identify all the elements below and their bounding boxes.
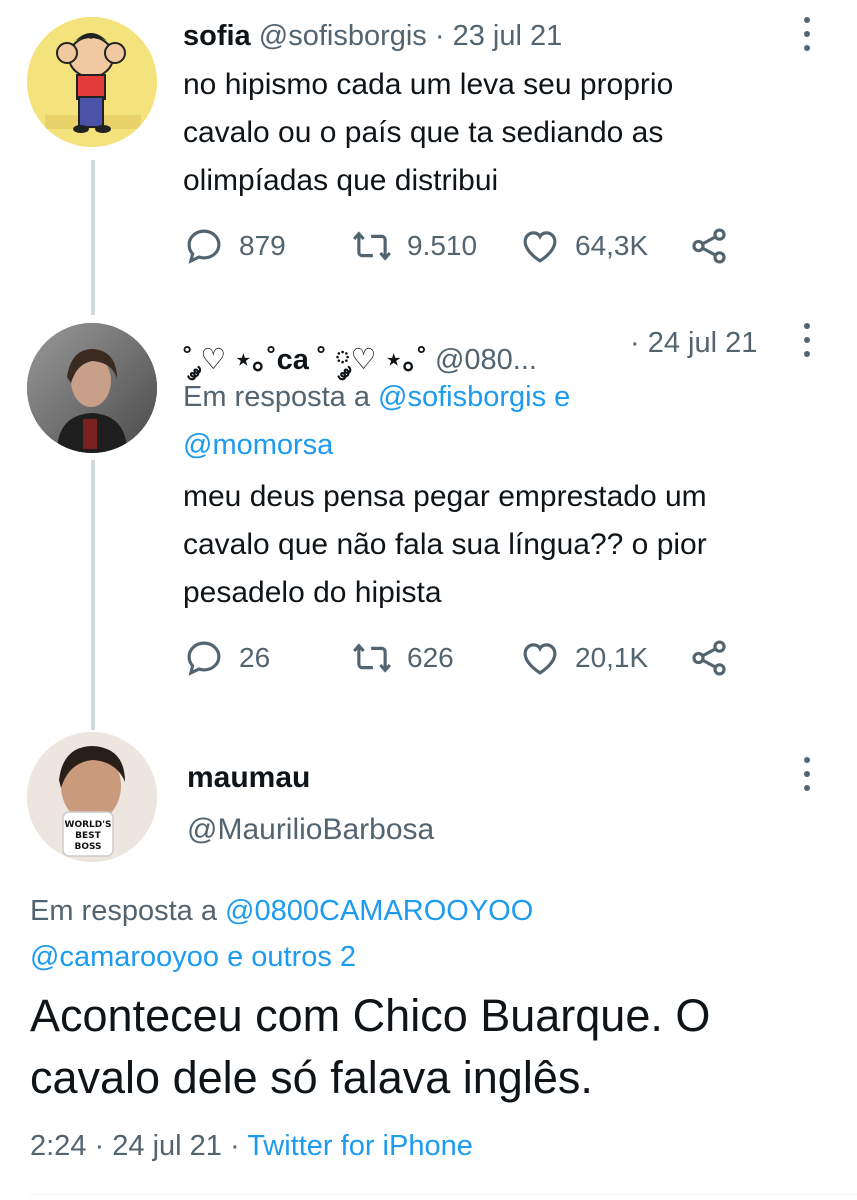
- tweet-text: meu deus pensa pegar emprestado um caval…: [183, 473, 707, 617]
- reply-icon: [187, 229, 221, 264]
- mention-link[interactable]: @camarooyoo: [30, 941, 219, 973]
- tweet-meta: · 24 jul 21: [630, 327, 757, 360]
- tweet-date[interactable]: 23 jul 21: [453, 20, 563, 52]
- tweet-2[interactable]: ˚ ༘♡ ⋆｡˚ca ˚ ༘♡ ⋆｡˚ @080... · 24 jul 21 …: [0, 315, 857, 705]
- author-name[interactable]: ˚ ༘♡ ⋆｡˚ca ˚ ༘♡ ⋆｡˚: [183, 344, 427, 376]
- retweet-button[interactable]: 9.510: [351, 225, 477, 267]
- share-icon: [692, 640, 726, 676]
- like-button[interactable]: 64,3K: [519, 225, 648, 267]
- retweet-icon: [352, 231, 392, 261]
- separator: ·: [630, 327, 640, 359]
- reply-context: Em resposta a @0800CAMAROOYOO @camarooyo…: [30, 888, 533, 980]
- tweet-date[interactable]: 24 jul 21: [112, 1130, 222, 1162]
- mug-text: BOSS: [74, 842, 101, 852]
- reply-count: 26: [239, 642, 271, 673]
- share-button[interactable]: [688, 637, 730, 679]
- mug-text: BEST: [75, 831, 101, 841]
- reply-prefix: Em resposta a: [30, 895, 217, 927]
- share-icon: [692, 228, 726, 264]
- reply-button[interactable]: 26: [183, 637, 270, 679]
- separator: ·: [434, 20, 445, 52]
- text-line: cavalo ou o país que ta sediando as: [183, 116, 664, 149]
- action-bar: 879 9.510 64,3K: [183, 225, 783, 269]
- avatar[interactable]: [27, 17, 157, 147]
- author-handle[interactable]: @080...: [435, 344, 537, 376]
- text-line: meu deus pensa pegar emprestado um: [183, 480, 707, 513]
- tweet-time[interactable]: 2:24: [30, 1130, 86, 1162]
- action-bar: 26 626 20,1K: [183, 637, 783, 681]
- source-link[interactable]: Twitter for iPhone: [247, 1130, 473, 1162]
- separator: ·: [229, 1130, 240, 1162]
- reply-icon: [187, 641, 221, 676]
- tweet-1[interactable]: sofia @sofisborgis · 23 jul 21 no hipism…: [0, 0, 857, 300]
- retweet-icon: [352, 643, 392, 673]
- tweet-date[interactable]: 24 jul 21: [648, 327, 758, 359]
- tweet-header: sofia @sofisborgis · 23 jul 21: [183, 20, 562, 53]
- tweet-text: Aconteceu com Chico Buarque. O cavalo de…: [30, 985, 710, 1109]
- more-icon[interactable]: [800, 14, 814, 59]
- reply-prefix: Em resposta a: [183, 381, 370, 413]
- like-count: 64,3K: [575, 230, 649, 261]
- main-tweet: WORLD'S BEST BOSS maumau @MaurilioBarbos…: [0, 728, 857, 1200]
- author-name[interactable]: maumau: [187, 758, 434, 798]
- tweet-timestamp: 2:24 · 24 jul 21 · Twitter for iPhone: [30, 1130, 473, 1163]
- avatar[interactable]: [27, 323, 157, 453]
- reply-joiner: e: [554, 381, 571, 413]
- text-line: pesadelo do hipista: [183, 576, 442, 609]
- author-handle[interactable]: @MaurilioBarbosa: [187, 810, 434, 850]
- text-line: olimpíadas que distribui: [183, 164, 499, 197]
- text-line: cavalo que não fala sua língua?? o pior: [183, 528, 707, 561]
- separator: ·: [94, 1130, 105, 1162]
- reply-context: Em resposta a @sofisborgis e @momorsa: [183, 373, 570, 469]
- retweet-count: 626: [407, 642, 454, 673]
- mug-text: WORLD'S: [65, 820, 112, 830]
- text-line: no hipismo cada um leva seu proprio: [183, 68, 674, 101]
- retweet-button[interactable]: 626: [351, 637, 454, 679]
- author-block: maumau @MaurilioBarbosa: [187, 758, 434, 850]
- text-line: cavalo dele só falava inglês.: [30, 1052, 593, 1103]
- like-count: 20,1K: [575, 642, 649, 673]
- tweet-text: no hipismo cada um leva seu proprio cava…: [183, 61, 673, 205]
- reply-button[interactable]: 879: [183, 225, 286, 267]
- reply-count: 879: [239, 230, 286, 261]
- like-icon: [523, 231, 557, 263]
- author-handle[interactable]: @sofisborgis: [259, 20, 427, 52]
- retweet-count: 9.510: [407, 230, 478, 261]
- mention-link[interactable]: @0800CAMAROOYOO: [225, 895, 533, 927]
- share-button[interactable]: [688, 225, 730, 267]
- like-button[interactable]: 20,1K: [519, 637, 648, 679]
- more-icon[interactable]: [800, 320, 814, 365]
- text-line: Aconteceu com Chico Buarque. O: [30, 990, 711, 1041]
- like-icon: [523, 643, 557, 675]
- more-icon[interactable]: [800, 754, 814, 799]
- avatar[interactable]: WORLD'S BEST BOSS: [27, 732, 157, 862]
- author-name[interactable]: sofia: [183, 20, 251, 52]
- mention-link[interactable]: @momorsa: [183, 429, 333, 461]
- mention-link[interactable]: @sofisborgis: [378, 381, 546, 413]
- divider: [30, 1194, 857, 1195]
- others-link[interactable]: e outros 2: [227, 941, 356, 973]
